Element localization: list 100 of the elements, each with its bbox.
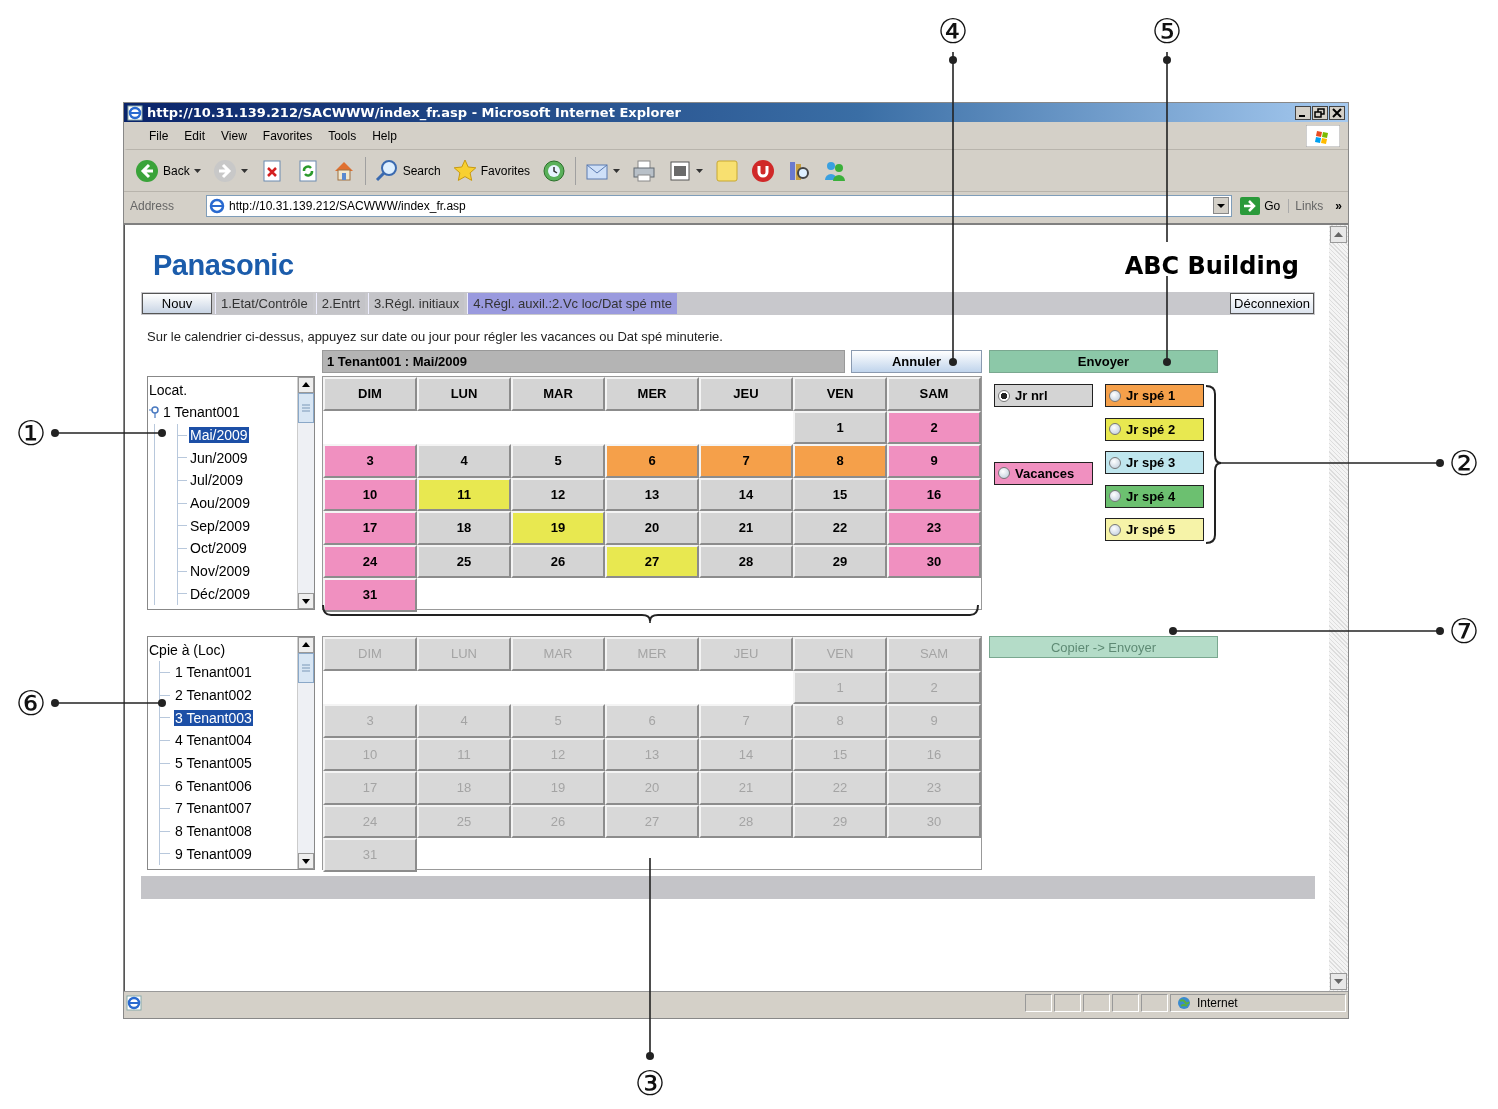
- tree-item[interactable]: 2 Tenant002: [174, 687, 253, 704]
- tree-item[interactable]: 6 Tenant006: [174, 777, 253, 794]
- radio-button[interactable]: [998, 389, 1010, 402]
- calendar-day[interactable]: 27: [605, 544, 699, 578]
- weekday-header[interactable]: SAM: [887, 377, 981, 411]
- day-type-option[interactable]: Jr nrl: [994, 384, 1093, 407]
- calendar-day[interactable]: 25: [417, 544, 511, 578]
- calendar-day[interactable]: 7: [699, 444, 793, 478]
- scroll-down-icon[interactable]: [298, 853, 314, 869]
- tree-item[interactable]: Jul/2009: [189, 472, 244, 489]
- weekday-header[interactable]: JEU: [699, 377, 793, 411]
- tree-item[interactable]: Mai/2009: [189, 427, 249, 444]
- scroll-up-icon[interactable]: [298, 637, 314, 653]
- tree-item[interactable]: Nov/2009: [189, 563, 251, 580]
- tree-item[interactable]: Déc/2009: [189, 585, 251, 602]
- tree-item[interactable]: 3 Tenant003: [174, 709, 253, 726]
- calendar-day[interactable]: 28: [699, 544, 793, 578]
- tree-item[interactable]: 4 Tenant004: [174, 732, 253, 749]
- menu-item[interactable]: Tools: [320, 128, 365, 143]
- calendar-day[interactable]: 17: [323, 511, 417, 545]
- close-icon[interactable]: [1329, 105, 1345, 120]
- calendar-day[interactable]: 26: [511, 544, 605, 578]
- calendar-day[interactable]: 5: [511, 444, 605, 478]
- tree-item[interactable]: 5 Tenant005: [174, 755, 253, 772]
- radio-button[interactable]: [1109, 490, 1121, 502]
- chevron-button[interactable]: »: [1335, 198, 1342, 213]
- calendar-day[interactable]: 11: [417, 477, 511, 511]
- calendar-day[interactable]: 3: [323, 444, 417, 478]
- weekday-header[interactable]: DIM: [323, 377, 417, 411]
- links-button[interactable]: Links: [1288, 198, 1330, 213]
- calendar-day[interactable]: 24: [323, 544, 417, 578]
- calendar-day[interactable]: 16: [887, 477, 981, 511]
- calendar-day[interactable]: 10: [323, 477, 417, 511]
- radio-button[interactable]: [1109, 423, 1121, 435]
- radio-button[interactable]: [998, 467, 1010, 479]
- tree-item[interactable]: Jun/2009: [189, 449, 249, 466]
- radio-button[interactable]: [1109, 389, 1121, 402]
- weekday-header[interactable]: MAR: [511, 377, 605, 411]
- tree-item[interactable]: 7 Tenant007: [174, 800, 253, 817]
- calendar-day[interactable]: 30: [887, 544, 981, 578]
- go-button[interactable]: Go: [1238, 196, 1283, 215]
- calendar-day[interactable]: 2: [887, 410, 981, 444]
- tree-item[interactable]: 9 Tenant009: [174, 845, 253, 862]
- tree-item[interactable]: 8 Tenant008: [174, 823, 253, 840]
- tree-item[interactable]: Aou/2009: [189, 495, 251, 512]
- day-type-option[interactable]: Jr spé 1: [1105, 384, 1204, 407]
- minimize-icon[interactable]: [1295, 105, 1311, 120]
- calendar-day[interactable]: 4: [417, 444, 511, 478]
- logout-button[interactable]: Déconnexion: [1230, 293, 1314, 314]
- calendar-day[interactable]: 18: [417, 511, 511, 545]
- send-button[interactable]: Envoyer: [989, 350, 1218, 373]
- scroll-thumb-icon[interactable]: [298, 393, 314, 423]
- radio-button[interactable]: [1109, 523, 1121, 536]
- calendar-day[interactable]: 6: [605, 444, 699, 478]
- restore-icon[interactable]: [1312, 105, 1328, 120]
- scroll-down-icon[interactable]: [298, 593, 314, 609]
- calendar-day[interactable]: 22: [793, 511, 887, 545]
- tree-item[interactable]: 1 Tenant001: [174, 664, 253, 681]
- calendar-day[interactable]: 20: [605, 511, 699, 545]
- radio-button[interactable]: [1109, 456, 1121, 469]
- calendar-day[interactable]: 23: [887, 511, 981, 545]
- tree-item[interactable]: 1 Tenant001: [162, 404, 241, 421]
- calendar-day[interactable]: 1: [793, 410, 887, 444]
- tab[interactable]: 4.Régl. auxil.:2.Vc loc/Dat spé mte: [467, 293, 677, 314]
- cancel-button[interactable]: Annuler: [851, 350, 982, 373]
- search-button[interactable]: Search: [371, 156, 444, 185]
- calendar-day[interactable]: 8: [793, 444, 887, 478]
- calendar-day[interactable]: 12: [511, 477, 605, 511]
- star-button[interactable]: Favorites: [449, 156, 534, 185]
- calendar-day[interactable]: 21: [699, 511, 793, 545]
- scrollbar[interactable]: [297, 377, 314, 609]
- calendar-day[interactable]: 13: [605, 477, 699, 511]
- weekday-header[interactable]: MER: [605, 377, 699, 411]
- calendar-day[interactable]: 31: [323, 578, 417, 612]
- menu-item[interactable]: Favorites: [254, 128, 321, 143]
- day-type-option[interactable]: Jr spé 4: [1105, 484, 1204, 508]
- tab[interactable]: 2.Entrt: [315, 293, 365, 314]
- new-button[interactable]: Nouv: [142, 293, 212, 314]
- weekday-header[interactable]: LUN: [417, 377, 511, 411]
- day-type-option[interactable]: Jr spé 2: [1105, 417, 1204, 441]
- scroll-thumb-icon[interactable]: [298, 653, 314, 683]
- day-type-option[interactable]: Jr spé 3: [1105, 451, 1204, 474]
- tree-item[interactable]: Oct/2009: [189, 540, 248, 557]
- calendar-day[interactable]: 29: [793, 544, 887, 578]
- menu-item[interactable]: File: [141, 128, 177, 143]
- address-field[interactable]: http://10.31.139.212/SACWWW/index_fr.asp: [206, 194, 1233, 217]
- menu-item[interactable]: Edit: [176, 128, 214, 143]
- tab[interactable]: 3.Régl. initiaux: [368, 293, 465, 314]
- weekday-header[interactable]: VEN: [793, 377, 887, 411]
- calendar-day[interactable]: 15: [793, 477, 887, 511]
- scrollbar[interactable]: [297, 637, 314, 869]
- menu-item[interactable]: Help: [364, 128, 405, 143]
- calendar-day[interactable]: 19: [511, 511, 605, 545]
- day-type-option[interactable]: Jr spé 5: [1105, 518, 1204, 541]
- scroll-up-icon[interactable]: [298, 377, 314, 393]
- tree-item[interactable]: Sep/2009: [189, 517, 251, 534]
- calendar-day[interactable]: 14: [699, 477, 793, 511]
- back-button[interactable]: Back: [132, 156, 204, 185]
- calendar-day[interactable]: 9: [887, 444, 981, 478]
- dropdown-icon[interactable]: [1213, 197, 1230, 214]
